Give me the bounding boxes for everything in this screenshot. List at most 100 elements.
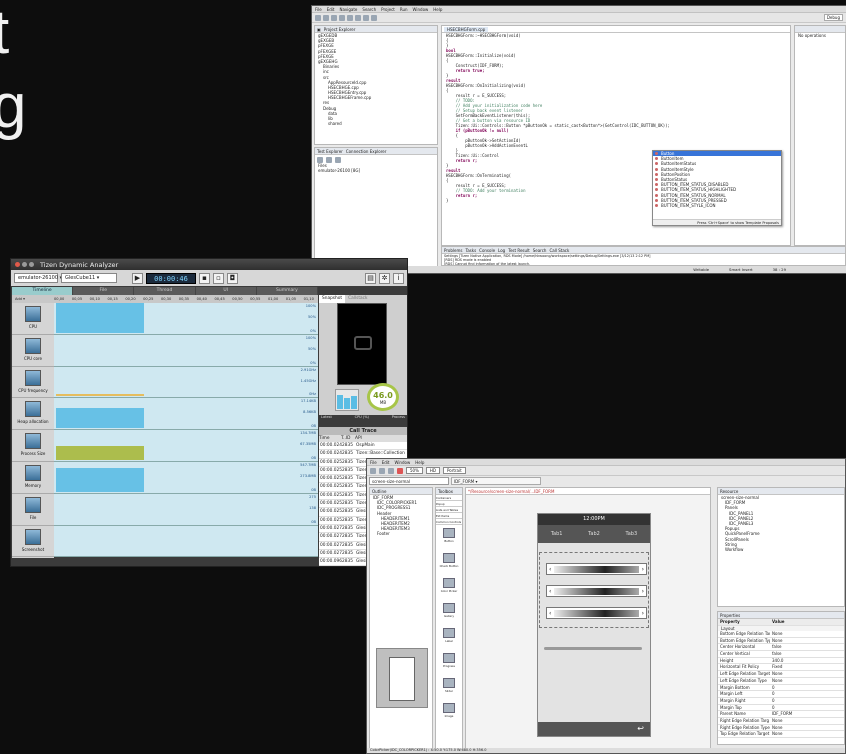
tab-thread[interactable]: Thread [134,287,196,295]
add-chart-button[interactable]: Add ▾ [12,297,54,301]
chevron-left-icon[interactable]: ‹ [549,588,551,595]
prop-value[interactable]: 0 [770,705,844,712]
refresh-icon[interactable] [326,157,332,163]
run-icon[interactable] [339,14,345,21]
menu-item-window[interactable]: Window [394,460,410,465]
save-icon[interactable] [379,467,385,474]
chevron-right-icon[interactable]: › [642,588,644,595]
graph-process-size[interactable]: 134.7MB 67.35MB 0B [54,430,318,462]
back-icon[interactable]: ↩ [538,722,650,736]
undo-icon[interactable] [388,467,394,474]
toolbox-category[interactable]: Common Controls [436,519,462,525]
device-item[interactable]: emulator-26100 [8G] [315,168,437,173]
menu-item-navigate[interactable]: Navigate [339,7,357,12]
prop-value[interactable]: 0 [770,685,844,692]
toolbox-item[interactable]: Color Picker [436,578,462,600]
prop-value[interactable]: 0 [770,698,844,705]
graph-cpu-frequency[interactable]: 2.91GHz 1.45GHz 0Hz [54,366,318,399]
prop-value[interactable]: None [770,725,844,732]
graph-heap-allocation[interactable]: 17.14KB 8.56KB 0B [54,398,318,431]
build-icon[interactable] [347,14,353,21]
minimize-icon[interactable] [22,262,27,267]
new-icon[interactable] [370,467,376,474]
prop-value[interactable]: false [770,651,844,658]
autocomplete-item[interactable]: BUTTON_ITEM_STYLE_ICON [653,203,781,208]
side-item-cpu[interactable]: CPU [12,303,54,335]
menu-item-help[interactable]: Help [433,7,442,12]
col-thread-id[interactable]: T..ID [341,435,355,442]
graph-cpu[interactable]: 100% 50% 0% [54,303,318,335]
chevron-left-icon[interactable]: ‹ [549,566,551,573]
info-icon[interactable]: i [393,272,404,284]
prop-value[interactable]: 340.0 [770,658,844,665]
color-picker[interactable]: ‹ › ‹ › ‹ › [539,552,649,628]
hue-slider[interactable]: ‹ › [546,563,647,575]
tab-timeline[interactable]: Timeline [12,287,74,295]
toolbox-item[interactable]: Slider [436,678,462,700]
prop-value[interactable]: 0 [770,691,844,698]
graph-cpu-core[interactable]: 100% 50% 0% [54,334,318,367]
chevron-right-icon[interactable]: › [642,610,644,617]
app-combo[interactable]: GlesCube11 ▾ [61,273,117,283]
call-trace-row[interactable]: 00:00.024 2835 OspMain [319,442,407,451]
autocomplete-popup[interactable]: Button ButtonItem ButtonItemStatus ButtonIt… [652,150,782,226]
prop-value[interactable]: None [770,631,844,638]
prop-value[interactable]: None [770,678,844,685]
save-icon[interactable] [323,14,329,21]
screenshot-icon[interactable]: ◘ [227,272,238,284]
resolution-combo[interactable]: HD [425,467,440,474]
tab-ui[interactable]: UI [196,287,257,295]
layout-icon[interactable]: ▤ [365,272,376,284]
side-item-cpu-core[interactable]: CPU core [12,335,54,367]
menu-item-edit[interactable]: Edit [327,7,335,12]
phone-preview[interactable]: 12:00PM Tab1 Tab2 Tab3 ‹ › ‹ › ‹ › ↩ [537,513,651,737]
tab-console-5[interactable]: Search [533,248,547,253]
delete-icon[interactable] [397,467,403,474]
toolbox-item[interactable]: Button [436,528,462,550]
graph-memory[interactable]: 547.7MB 273.8MB 0B [54,462,318,494]
phone-tab-3[interactable]: Tab3 [625,531,637,537]
editor-tab[interactable]: HSECBHGForm.cpp [444,26,489,32]
menu-item-help[interactable]: Help [415,460,424,465]
phone-tab-1[interactable]: Tab1 [551,531,563,537]
tab-console-1[interactable]: Tasks [465,248,476,253]
side-item-heap-allocation[interactable]: Heap allocation [12,398,54,431]
side-item-memory[interactable]: Memory [12,462,54,494]
debug-icon[interactable] [331,14,337,21]
prop-value[interactable]: None [770,638,844,645]
phone-tab-2[interactable]: Tab2 [588,531,600,537]
resource-item[interactable]: Workflow [718,547,844,552]
tab-test-explorer[interactable]: Test Explorer [317,149,343,154]
tab-snapshot[interactable]: Snapshot [319,295,346,303]
toolbox-item[interactable]: Gallery [436,603,462,625]
menu-item-search[interactable]: Search [362,7,376,12]
new-icon[interactable] [315,14,321,21]
tab-console-0[interactable]: Problems [444,248,462,253]
menu-item-edit[interactable]: Edit [382,460,390,465]
builder-editor-tab[interactable]: */Resource/screen-size-normal/...IDF_FOR… [468,489,554,494]
side-item-process-size[interactable]: Process Size [12,430,54,462]
zoom-combo[interactable]: 50% [406,467,423,474]
menu-item-project[interactable]: Project [381,7,395,12]
tab-console-6[interactable]: Call Stack [549,248,569,253]
prop-value[interactable]: None [770,731,844,739]
code-editor[interactable]: HSECBHGForm.cpp HSECBHGForm::~HSECBHGFor… [441,25,791,246]
screen-size-tab[interactable]: screen-size-normal [369,477,449,485]
chevron-left-icon[interactable]: ‹ [549,610,551,617]
orientation-combo[interactable]: Portrait [442,467,466,474]
luminance-slider[interactable]: ‹ › [546,607,647,619]
tab-file[interactable]: File [73,287,135,295]
tab-connection-explorer[interactable]: Connection Explorer [346,149,387,154]
toolbox-item[interactable]: Label [436,628,462,650]
prop-value[interactable]: false [770,644,844,651]
outline-item[interactable]: Footer [370,531,432,536]
col-time[interactable]: Time [319,435,341,442]
toolbox-item[interactable]: Check Button [436,553,462,575]
prop-value[interactable]: None [770,671,844,678]
form-canvas[interactable]: */Resource/screen-size-normal/...IDF_FOR… [465,487,711,752]
settings-icon[interactable] [335,157,341,163]
menu-item-run[interactable]: Run [400,7,408,12]
open-folder-icon[interactable]: ▫ [213,272,224,284]
chevron-right-icon[interactable]: › [642,566,644,573]
toolbox-item[interactable]: Progress [436,653,462,675]
